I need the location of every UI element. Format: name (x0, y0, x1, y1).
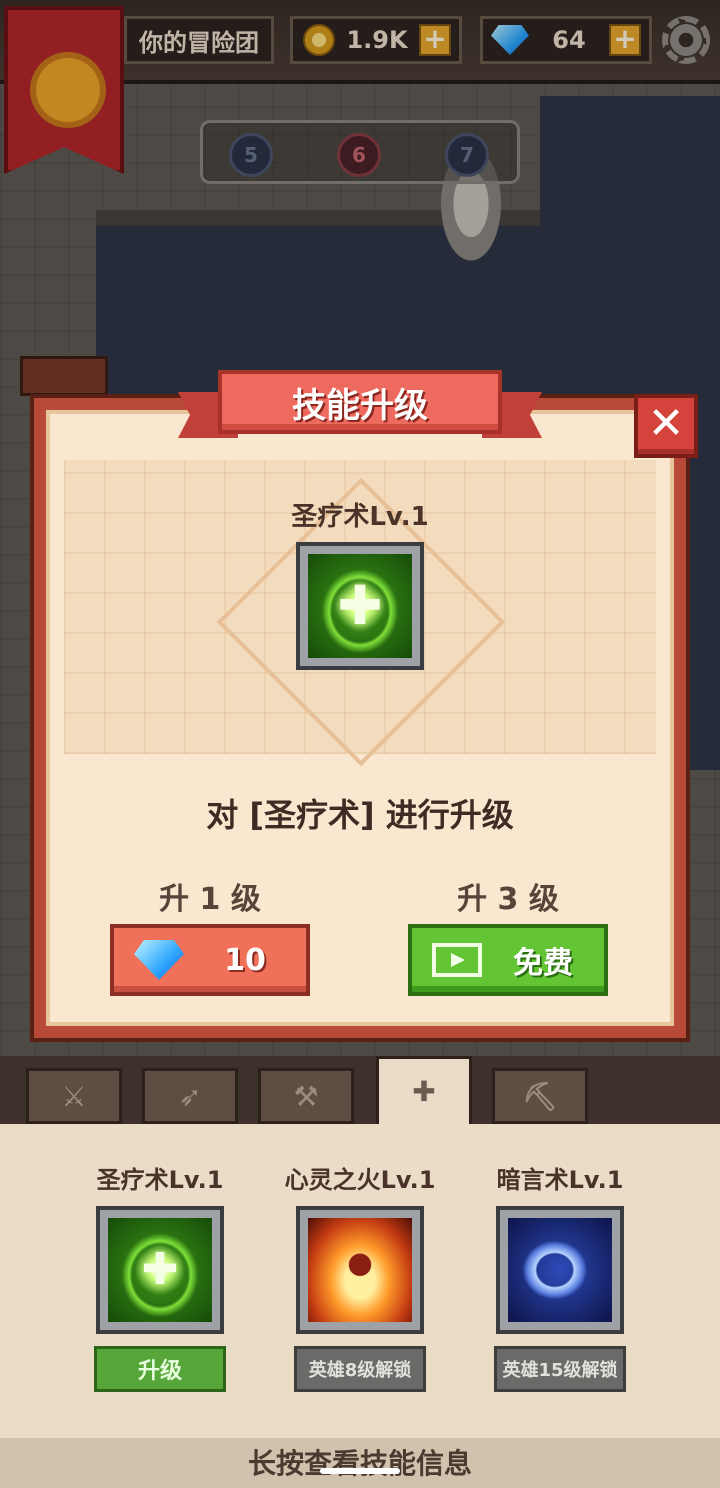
class-tab-bar: ⚔ ➶ ⚒ ✚ ⛏ (0, 1056, 720, 1124)
tab-sword[interactable]: ⚔ (26, 1068, 122, 1124)
skill-card-inner-fire[interactable]: 心灵之火Lv.1 英雄8级解锁 (280, 1160, 440, 1392)
skill-thumb-frame: ✚ (96, 1206, 224, 1334)
skill-name: 暗言术Lv.1 (496, 1166, 624, 1194)
upgrade-with-gems-button[interactable]: 10 (110, 924, 310, 996)
skill-thumb-frame (496, 1206, 624, 1334)
video-icon (432, 943, 482, 977)
axe-icon: ⛏ (522, 1079, 558, 1113)
skill-title: 圣疗术Lv.1 (291, 502, 429, 532)
heal-icon: ✚ (108, 1218, 212, 1322)
skill-name: 圣疗术Lv.1 (96, 1166, 224, 1194)
long-press-hint: 长按查看技能信息 (0, 1438, 720, 1488)
heal-skill-icon: ✚ (308, 554, 412, 658)
gem-icon (134, 940, 184, 980)
home-indicator[interactable] (320, 1468, 400, 1474)
inner-fire-icon (308, 1218, 412, 1322)
option-1-label: 升 1 级 (159, 882, 261, 917)
heal-cross-icon: ✚ (337, 574, 383, 637)
cross-icon: ✚ (412, 1075, 436, 1108)
skill-icon-frame: ✚ (296, 542, 424, 670)
tab-bow[interactable]: ➶ (142, 1068, 238, 1124)
upgrade-description: 对 [圣疗术] 进行升级 (206, 796, 514, 834)
gem-cost: 10 (224, 942, 266, 978)
upgrade-free-video-button[interactable]: 免费 (408, 924, 608, 996)
tab-cross[interactable]: ✚ (376, 1056, 472, 1124)
option-3-label: 升 3 级 (457, 882, 559, 917)
free-label: 免费 (513, 946, 573, 981)
upgrade-skill-button[interactable]: 升级 (94, 1346, 226, 1392)
skill-card-heal[interactable]: 圣疗术Lv.1 ✚ 升级 (80, 1160, 240, 1392)
shadow-word-icon (508, 1218, 612, 1322)
locked-skill-badge: 英雄15级解锁 (494, 1346, 626, 1392)
close-button[interactable]: ✕ (634, 394, 698, 458)
dialog-title: 技能升级 (218, 370, 502, 434)
wand-icon: ⚒ (293, 1079, 319, 1113)
skill-name: 心灵之火Lv.1 (284, 1166, 436, 1194)
bow-icon: ➶ (178, 1079, 202, 1113)
skill-card-shadow-word[interactable]: 暗言术Lv.1 英雄15级解锁 (480, 1160, 640, 1392)
heal-cross-icon: ✚ (141, 1244, 179, 1295)
locked-skill-badge: 英雄8级解锁 (294, 1346, 426, 1392)
sword-icon: ⚔ (61, 1079, 87, 1113)
dialog-title-ribbon: 技能升级 (178, 370, 542, 442)
tab-axe[interactable]: ⛏ (492, 1068, 588, 1124)
skill-thumb-frame (296, 1206, 424, 1334)
tab-wand[interactable]: ⚒ (258, 1068, 354, 1124)
